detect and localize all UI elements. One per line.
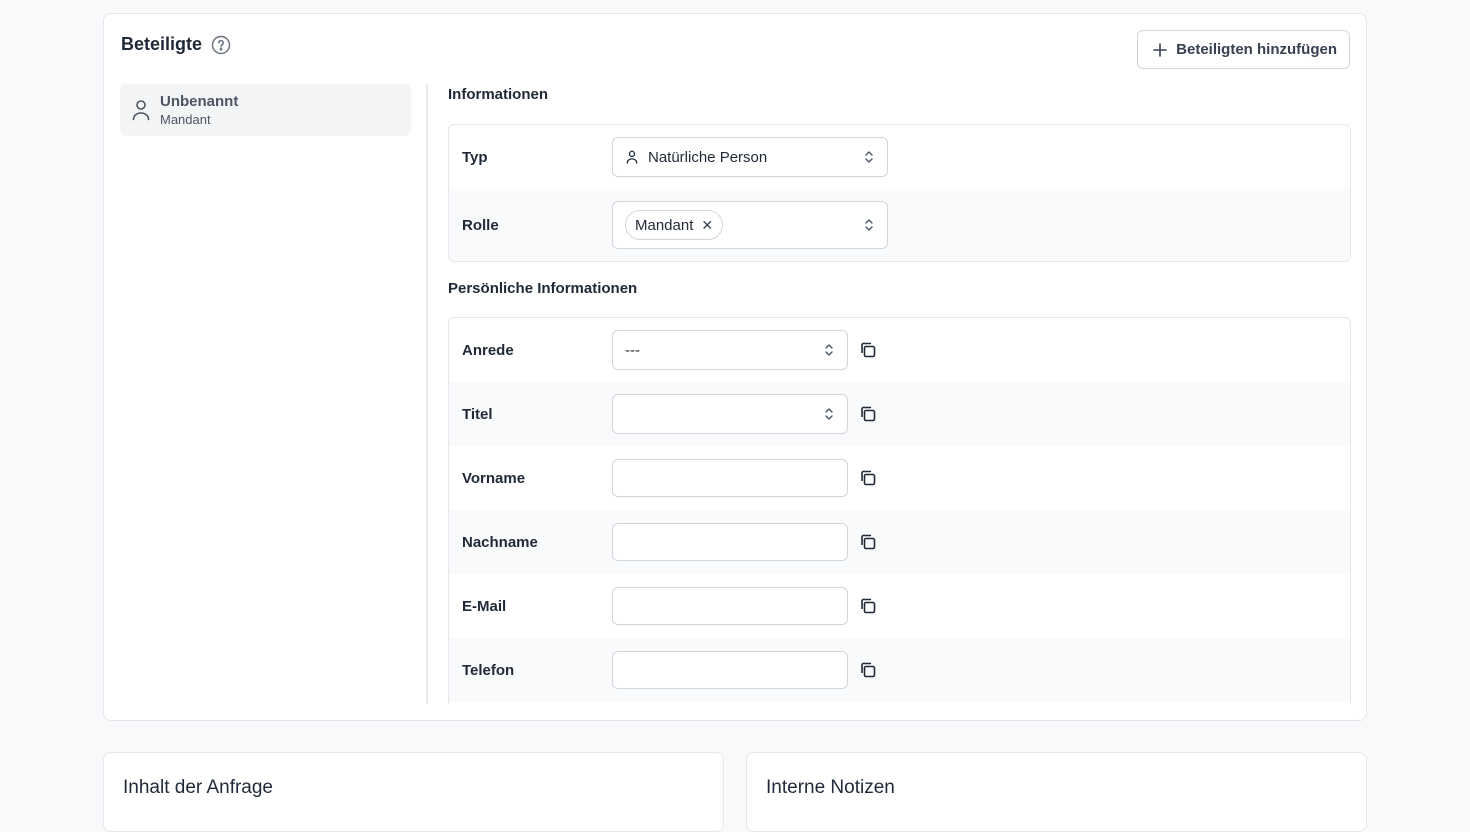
next-row [449, 702, 1350, 704]
chevron-up-down-icon [825, 344, 833, 356]
salutation-value: --- [625, 341, 640, 359]
firstname-row: Vorname [449, 446, 1350, 510]
role-label: Rolle [462, 216, 499, 234]
info-group: Typ Natürliche Person Rolle Mandant ✕ [448, 124, 1351, 262]
vertical-divider [426, 84, 428, 704]
participants-header: Beteiligte [121, 34, 231, 55]
type-row: Typ Natürliche Person [449, 125, 1350, 189]
user-icon [626, 150, 638, 164]
add-participant-button[interactable]: Beteiligten hinzufügen [1137, 30, 1350, 69]
type-select[interactable]: Natürliche Person [612, 137, 888, 177]
phone-label: Telefon [462, 661, 515, 679]
title-select[interactable] [612, 394, 848, 434]
participant-detail-pane: Informationen Typ Natürliche Person Roll… [448, 84, 1351, 704]
participants-card: Beteiligte Beteiligten hinzufügen Unbena… [103, 13, 1367, 721]
copy-icon[interactable] [859, 533, 877, 551]
chevron-up-down-icon [865, 219, 873, 231]
participant-role: Mandant [160, 112, 211, 127]
request-content-card: Inhalt der Anfrage [103, 752, 724, 832]
phone-input[interactable] [612, 651, 848, 689]
type-value: Natürliche Person [648, 148, 768, 166]
lastname-row: Nachname [449, 510, 1350, 574]
personal-group: Anrede --- Titel Vorname Nachname E-Mail… [448, 317, 1351, 704]
copy-icon[interactable] [859, 661, 877, 679]
info-heading: Informationen [448, 86, 548, 103]
firstname-input[interactable] [612, 459, 848, 497]
salutation-row: Anrede --- [449, 318, 1350, 382]
email-label: E-Mail [462, 597, 507, 615]
email-row: E-Mail [449, 574, 1350, 638]
email-input[interactable] [612, 587, 848, 625]
lastname-label: Nachname [462, 533, 538, 551]
help-icon[interactable] [211, 35, 231, 55]
participant-name: Unbenannt [160, 93, 239, 110]
title-row: Titel [449, 382, 1350, 446]
title-label: Titel [462, 405, 493, 423]
internal-notes-card: Interne Notizen [746, 752, 1367, 832]
role-select[interactable]: Mandant ✕ [612, 201, 888, 249]
copy-icon[interactable] [859, 597, 877, 615]
participants-title: Beteiligte [121, 34, 203, 54]
participant-list-item[interactable]: Unbenannt Mandant [120, 84, 411, 136]
copy-icon[interactable] [859, 405, 877, 423]
lastname-input[interactable] [612, 523, 848, 561]
salutation-select[interactable]: --- [612, 330, 848, 370]
phone-row: Telefon [449, 638, 1350, 702]
role-chip: Mandant ✕ [625, 210, 724, 240]
copy-icon[interactable] [859, 469, 877, 487]
personal-heading: Persönliche Informationen [448, 280, 638, 297]
role-chip-label: Mandant [635, 216, 694, 234]
request-content-title: Inhalt der Anfrage [123, 777, 273, 798]
plus-icon [1153, 42, 1167, 57]
add-participant-label: Beteiligten hinzufügen [1176, 41, 1337, 58]
type-label: Typ [462, 148, 488, 166]
internal-notes-title: Interne Notizen [766, 777, 895, 798]
user-icon [132, 100, 150, 121]
copy-icon[interactable] [859, 341, 877, 359]
role-row: Rolle Mandant ✕ [449, 189, 1350, 261]
chevron-up-down-icon [825, 408, 833, 420]
remove-chip-icon[interactable]: ✕ [701, 217, 713, 234]
chevron-up-down-icon [865, 151, 873, 163]
salutation-label: Anrede [462, 341, 514, 359]
firstname-label: Vorname [462, 469, 526, 487]
